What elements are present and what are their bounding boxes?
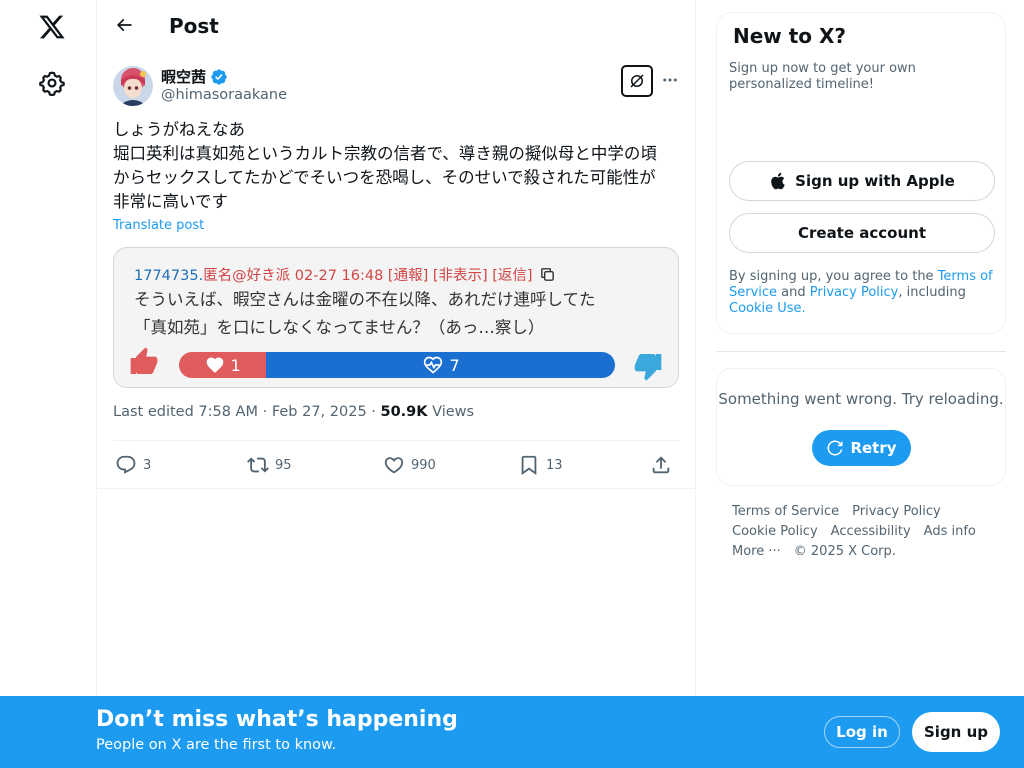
x-logo-icon[interactable] <box>27 2 77 52</box>
footer-cookie-link[interactable]: Cookie Policy <box>732 522 818 542</box>
signup-terms: By signing up, you agree to the Terms of… <box>729 269 997 317</box>
cookie-use-link[interactable]: Cookie Use. <box>729 301 806 316</box>
login-button[interactable]: Log in <box>824 716 900 748</box>
footer-ads-link[interactable]: Ads info <box>924 522 976 542</box>
sidebar-divider <box>716 351 1006 352</box>
author-handle[interactable]: @himasoraakane <box>161 87 287 103</box>
terms-prefix: By signing up, you agree to the <box>729 269 938 284</box>
signup-apple-button[interactable]: Sign up with Apple <box>729 161 995 201</box>
vote-like-count: 1 <box>230 355 241 375</box>
grok-icon <box>630 74 644 88</box>
like-icon <box>384 457 404 474</box>
views-count: 50.9K <box>380 404 428 420</box>
bookmark-icon <box>521 455 537 476</box>
signup-button[interactable]: Sign up <box>912 712 1000 752</box>
signup-apple-label: Sign up with Apple <box>795 172 955 190</box>
repost-count: 95 <box>275 457 292 473</box>
like-button[interactable]: 990 <box>383 454 436 476</box>
settings-gear-icon[interactable] <box>27 58 77 108</box>
refresh-icon <box>827 440 843 456</box>
banner-subtitle: People on X are the first to know. <box>96 737 337 753</box>
author-name-text: 暇空茜 <box>161 68 207 86</box>
error-message: Something went wrong. Try reloading. <box>718 390 1004 408</box>
vote-like-segment: 1 <box>179 352 267 378</box>
last-edited-time[interactable]: Last edited 7:58 AM · Feb 27, 2025 · <box>113 404 381 420</box>
create-account-label: Create account <box>797 224 926 242</box>
bookmark-button[interactable]: 13 <box>518 454 563 476</box>
media-meta: 1774735.匿名@好き派 02-27 16:48 [通報] [非表示] [返… <box>134 264 556 285</box>
retry-label: Retry <box>850 439 897 457</box>
post-meta-line: Last edited 7:58 AM · Feb 27, 2025 · 50.… <box>113 404 474 420</box>
signup-card: New to X? Sign up now to get your own pe… <box>716 12 1006 334</box>
reply-icon <box>116 455 136 474</box>
heart-icon <box>206 357 223 373</box>
views-label: Views <box>427 404 475 420</box>
error-card: Something went wrong. Try reloading. Ret… <box>716 368 1006 486</box>
footer-terms-link[interactable]: Terms of Service <box>732 502 839 522</box>
terms-and: and <box>777 285 810 300</box>
banner-title: Don’t miss what’s happening <box>96 707 458 732</box>
page-title: Post <box>169 14 219 38</box>
copy-icon <box>540 268 554 281</box>
author-name[interactable]: 暇空茜 <box>161 66 228 87</box>
repost-icon <box>247 457 269 473</box>
footer-accessibility-link[interactable]: Accessibility <box>831 522 911 542</box>
vote-pulse-segment: 7 <box>266 352 615 378</box>
media-body-text: そういえば、暇空さんは金曜の不在以降、あれだけ連呼してた 「真如苑」を口にしなく… <box>134 290 596 337</box>
terms-including: , including <box>898 285 966 300</box>
footer-more-link[interactable]: More ··· <box>732 542 781 562</box>
media-vote-bar: 1 7 <box>128 346 668 382</box>
thumbs-down-icon <box>634 354 662 381</box>
main-column: Post 暇空茜 @himasoraakane しょうがねえなあ 堀口英利は真如… <box>97 0 696 768</box>
reply-count: 3 <box>143 457 152 473</box>
like-count: 990 <box>411 457 436 473</box>
create-account-button[interactable]: Create account <box>729 213 995 253</box>
verified-badge-icon <box>211 68 227 85</box>
back-arrow-icon <box>116 18 132 32</box>
heart-pulse-icon <box>423 356 442 374</box>
post-text: しょうがねえなあ 堀口英利は真如苑というカルト宗教の信者で、導き親の擬似母と中学… <box>113 120 657 211</box>
top-bar: Post <box>97 0 695 53</box>
more-options-button[interactable] <box>659 69 681 91</box>
more-dots-icon <box>663 78 677 82</box>
retry-button[interactable]: Retry <box>812 430 911 466</box>
privacy-link[interactable]: Privacy Policy <box>810 285 899 300</box>
repost-button[interactable]: 95 <box>247 454 292 476</box>
reply-button[interactable]: 3 <box>115 454 151 476</box>
post-author: 暇空茜 @himasoraakane <box>113 64 680 108</box>
bookmark-count: 13 <box>546 457 563 473</box>
back-button[interactable] <box>107 8 141 42</box>
vote-pulse-count: 7 <box>449 355 460 375</box>
left-nav <box>0 0 97 768</box>
login-banner: Don’t miss what’s happening People on X … <box>0 696 1024 768</box>
vote-ratio-bar: 1 7 <box>179 352 615 378</box>
grok-button[interactable] <box>621 65 653 97</box>
share-icon <box>652 456 670 474</box>
signup-title: New to X? <box>733 24 847 48</box>
media-post-number: 1774735. <box>134 268 204 284</box>
post-actions-bar: 3 95 990 13 <box>113 440 680 489</box>
post-media-image[interactable]: 1774735.匿名@好き派 02-27 16:48 [通報] [非表示] [返… <box>113 247 679 388</box>
footer-copyright: © 2025 X Corp. <box>793 544 896 559</box>
post-divider <box>97 488 695 489</box>
footer-privacy-link[interactable]: Privacy Policy <box>852 502 941 522</box>
media-meta-text: 匿名@好き派 02-27 16:48 [通報] [非表示] [返信] <box>203 268 533 284</box>
share-button[interactable] <box>650 454 672 476</box>
apple-icon <box>771 172 785 190</box>
translate-post-link[interactable]: Translate post <box>113 218 204 233</box>
thumbs-up-icon <box>130 347 158 374</box>
footer-links: Terms of Service Privacy Policy Cookie Po… <box>732 502 1002 562</box>
signup-subtitle: Sign up now to get your own personalized… <box>729 61 916 92</box>
avatar[interactable] <box>113 66 153 106</box>
